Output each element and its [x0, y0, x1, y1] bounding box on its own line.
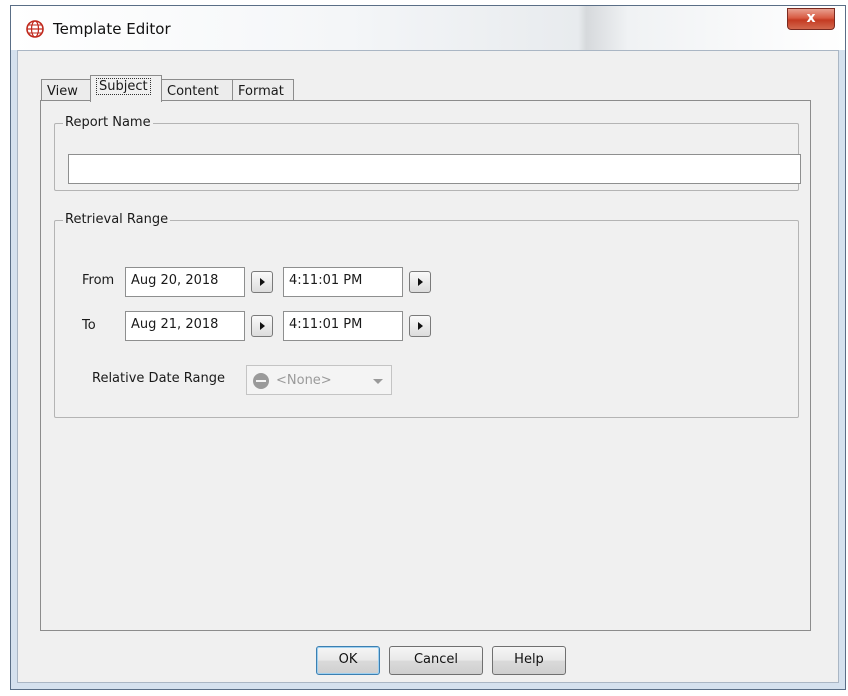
title-bar[interactable]: Template Editor x: [11, 6, 845, 50]
to-time-field[interactable]: 4:11:01 PM: [283, 311, 403, 341]
tab-subject[interactable]: Subject: [90, 75, 162, 102]
none-icon: [253, 373, 269, 389]
from-date-field[interactable]: Aug 20, 2018: [125, 267, 245, 297]
relative-date-range-label: Relative Date Range: [92, 371, 225, 386]
dialog-body: View Subject Content Format Report Name …: [17, 50, 839, 683]
to-label: To: [82, 318, 96, 333]
retrieval-range-label: Retrieval Range: [63, 212, 171, 228]
from-label: From: [82, 273, 115, 288]
globe-icon: [26, 20, 44, 38]
subject-tab-panel: Report Name Retrieval Range From Aug 20,…: [40, 100, 811, 631]
close-button[interactable]: x: [787, 8, 835, 30]
to-time-spinner-button[interactable]: [409, 315, 431, 337]
from-time-spinner-button[interactable]: [409, 271, 431, 293]
tab-label: View: [47, 84, 78, 99]
window-title: Template Editor: [53, 20, 171, 38]
tab-view[interactable]: View: [41, 79, 91, 101]
tab-format[interactable]: Format: [232, 79, 294, 101]
tab-content[interactable]: Content: [161, 79, 233, 101]
relative-date-range-select[interactable]: <None>: [246, 365, 392, 395]
help-button[interactable]: Help: [492, 646, 566, 675]
tab-label: Format: [238, 84, 284, 99]
from-date-picker-button[interactable]: [251, 271, 273, 293]
template-editor-window: Template Editor x View Subject Content F…: [10, 5, 846, 690]
cancel-button[interactable]: Cancel: [389, 646, 483, 675]
tab-label: Content: [167, 84, 219, 99]
relative-date-range-value: <None>: [276, 373, 332, 388]
report-name-input[interactable]: [68, 154, 801, 184]
chevron-down-icon: [373, 379, 383, 384]
from-time-field[interactable]: 4:11:01 PM: [283, 267, 403, 297]
report-name-label: Report Name: [63, 115, 153, 131]
to-date-field[interactable]: Aug 21, 2018: [125, 311, 245, 341]
tab-label: Subject: [96, 78, 151, 95]
close-icon: x: [806, 10, 816, 26]
to-date-picker-button[interactable]: [251, 315, 273, 337]
retrieval-range-group: Retrieval Range From Aug 20, 2018 4:11:0…: [54, 212, 799, 418]
report-name-group: Report Name: [54, 115, 801, 191]
ok-button[interactable]: OK: [316, 646, 380, 675]
